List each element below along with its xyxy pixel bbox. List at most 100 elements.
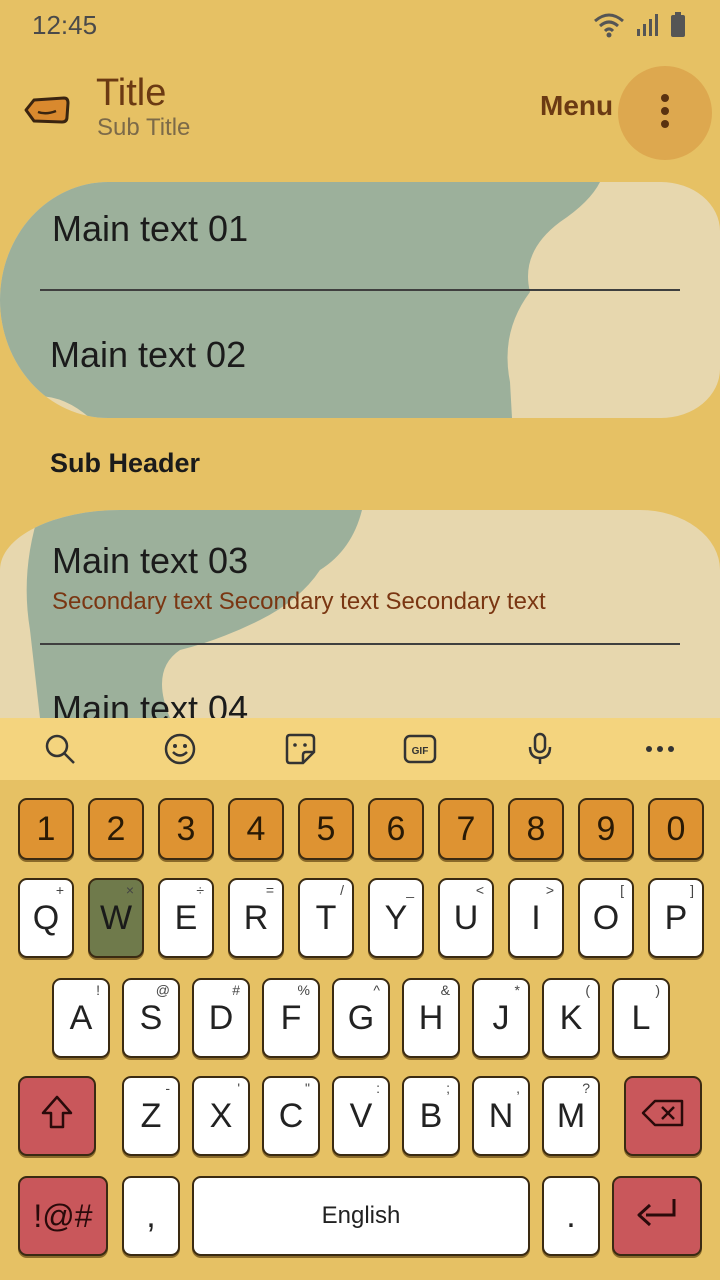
key-i[interactable]: I > <box>508 878 564 958</box>
key-label: A <box>69 998 93 1037</box>
key-7[interactable]: 7 <box>438 798 494 860</box>
key-label: V <box>349 1096 373 1135</box>
key-label: 4 <box>246 809 266 848</box>
key-label: D <box>208 998 234 1037</box>
period-key[interactable]: . <box>542 1176 600 1256</box>
key-hint: & <box>440 982 450 998</box>
more-icon[interactable] <box>641 730 679 768</box>
menu-button[interactable]: Menu <box>540 90 613 122</box>
key-u[interactable]: U < <box>438 878 494 958</box>
key-k[interactable]: K( <box>542 978 600 1058</box>
key-hint: ? <box>582 1080 590 1096</box>
status-time: 12:45 <box>32 10 98 40</box>
key-label: I <box>531 898 541 937</box>
key-hint: _ <box>406 882 414 898</box>
mic-icon[interactable] <box>521 730 559 768</box>
key-y[interactable]: Y _ <box>368 878 424 958</box>
key-f[interactable]: F% <box>262 978 320 1058</box>
key-3[interactable]: 3 <box>158 798 214 860</box>
key-j[interactable]: J * <box>472 978 530 1058</box>
key-label: C <box>278 1096 304 1135</box>
key-r[interactable]: R = <box>228 878 284 958</box>
key-s[interactable]: S @ <box>122 978 180 1058</box>
key-hint: ^ <box>373 982 380 998</box>
more-vertical-icon <box>660 93 670 134</box>
list-item-1[interactable]: Main text 01 <box>52 208 248 250</box>
key-b[interactable]: B; <box>402 1076 460 1156</box>
key-l[interactable]: L) <box>612 978 670 1058</box>
key-label: K <box>559 998 583 1037</box>
key-hint: : <box>376 1080 380 1096</box>
key-8[interactable]: 8 <box>508 798 564 860</box>
backspace-key[interactable] <box>624 1076 702 1156</box>
key-x[interactable]: X ' <box>192 1076 250 1156</box>
key-q[interactable]: Q + <box>18 878 74 958</box>
key-2[interactable]: 2 <box>88 798 144 860</box>
key-label: M <box>556 1096 586 1135</box>
key-n[interactable]: N, <box>472 1076 530 1156</box>
shift-key[interactable] <box>18 1076 96 1156</box>
key-d[interactable]: D # <box>192 978 250 1058</box>
page-title: Title <box>96 72 167 114</box>
wifi-icon <box>592 12 626 43</box>
keyboard-toolbar: GIF <box>0 718 720 780</box>
key-g[interactable]: G ^ <box>332 978 390 1058</box>
list-item-2[interactable]: Main text 02 <box>50 334 246 376</box>
key-label: 1 <box>36 809 56 848</box>
key-label: 5 <box>316 809 336 848</box>
key-label: 6 <box>386 809 406 848</box>
key-hint: * <box>514 982 520 998</box>
key-label: N <box>488 1096 514 1135</box>
key-z[interactable]: Z- <box>122 1076 180 1156</box>
key-5[interactable]: 5 <box>298 798 354 860</box>
key-w[interactable]: W × <box>88 878 144 958</box>
overflow-menu-button[interactable] <box>618 66 712 160</box>
space-key[interactable]: English <box>192 1176 530 1256</box>
key-v[interactable]: V: <box>332 1076 390 1156</box>
key-hint: ( <box>585 982 590 998</box>
key-c[interactable]: C " <box>262 1076 320 1156</box>
key-hint: [ <box>620 882 624 898</box>
key-h[interactable]: H & <box>402 978 460 1058</box>
sticker-icon[interactable] <box>281 730 319 768</box>
key-hint: % <box>297 982 310 998</box>
key-hint: = <box>265 882 274 898</box>
key-4[interactable]: 4 <box>228 798 284 860</box>
list-card: Main text 03 Secondary text Secondary te… <box>0 510 720 718</box>
list-item-4[interactable]: Main text 04 <box>52 688 248 718</box>
search-icon[interactable] <box>41 730 79 768</box>
key-1[interactable]: 1 <box>18 798 74 860</box>
back-button[interactable] <box>20 84 72 136</box>
key-hint: / <box>340 882 344 898</box>
key-t[interactable]: T / <box>298 878 354 958</box>
key-label: 0 <box>666 809 686 848</box>
key-e[interactable]: E ÷ <box>158 878 214 958</box>
key-label: 8 <box>526 809 546 848</box>
key-o[interactable]: O[ <box>578 878 634 958</box>
backspace-icon <box>641 1097 685 1136</box>
emoji-icon[interactable] <box>161 730 199 768</box>
key-label: B <box>419 1096 443 1135</box>
key-label: H <box>418 998 444 1037</box>
key-label: R <box>243 898 269 937</box>
enter-icon <box>634 1195 680 1238</box>
gif-icon[interactable]: GIF <box>401 730 439 768</box>
back-arrow-icon <box>20 96 72 140</box>
key-p[interactable]: P] <box>648 878 704 958</box>
page-subtitle: Sub Title <box>97 114 191 141</box>
comma-key[interactable]: , <box>122 1176 180 1256</box>
sub-header: Sub Header <box>50 448 201 478</box>
key-m[interactable]: M? <box>542 1076 600 1156</box>
list-item-3[interactable]: Main text 03 <box>52 540 248 582</box>
key-label: E <box>174 898 198 937</box>
key-hint: # <box>232 982 240 998</box>
symbols-key[interactable]: !@# <box>18 1176 108 1256</box>
enter-key[interactable] <box>612 1176 702 1256</box>
key-a[interactable]: A! <box>52 978 110 1058</box>
key-6[interactable]: 6 <box>368 798 424 860</box>
keyboard: 1234567890 Q + W × E ÷ R = T / Y _ U < I > O[P] A! S @ D # F%… <box>0 780 720 1280</box>
key-label: Y <box>384 898 408 937</box>
signal-icon <box>636 13 660 42</box>
key-9[interactable]: 9 <box>578 798 634 860</box>
key-0[interactable]: 0 <box>648 798 704 860</box>
